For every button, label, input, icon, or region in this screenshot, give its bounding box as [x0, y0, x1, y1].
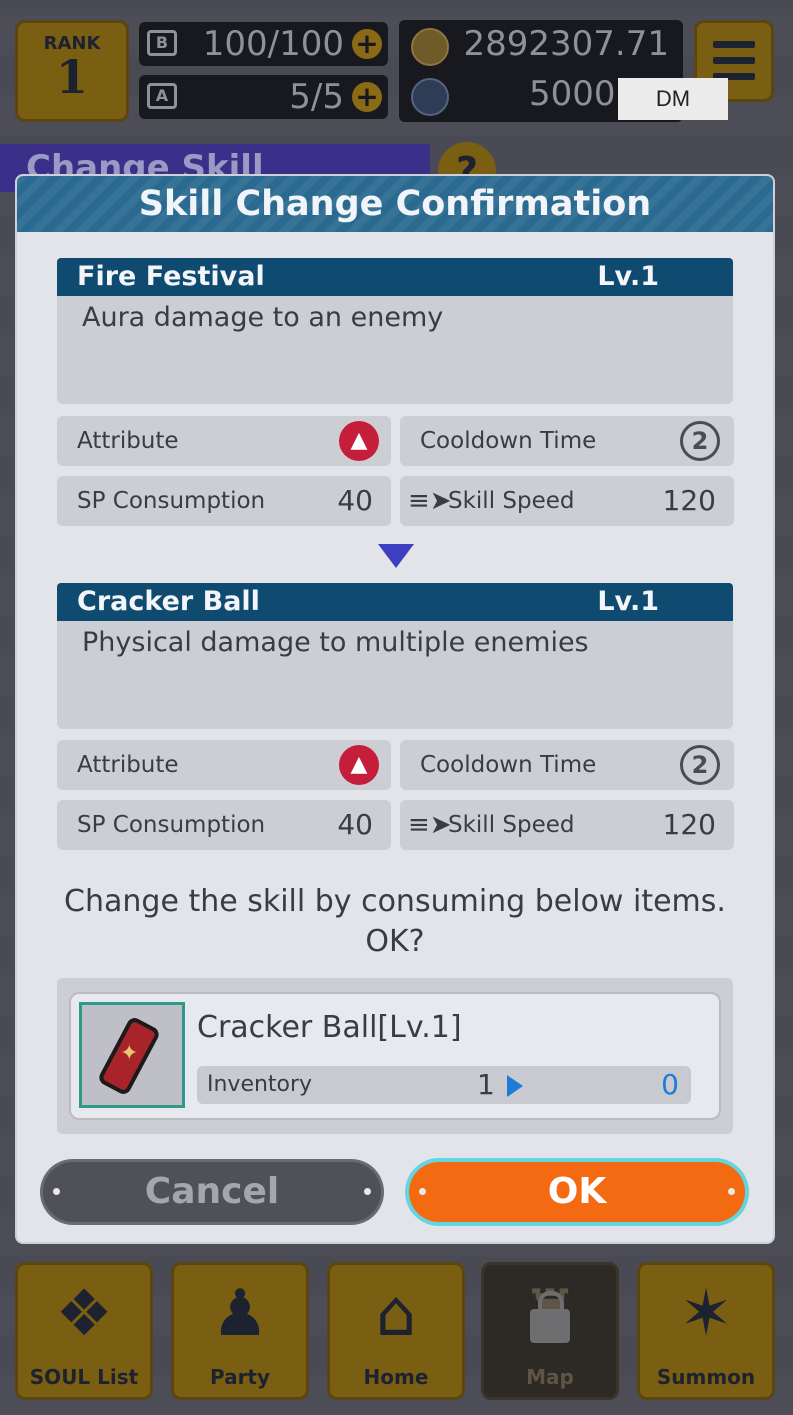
dialog-title: Skill Change Confirmation	[17, 176, 773, 232]
current-skill-card: Fire Festival Lv.1 Aura damage to an ene…	[57, 258, 733, 404]
menu-icon-bar	[713, 57, 755, 64]
dm-value: 5000	[529, 74, 616, 114]
nav-label: SOUL List	[29, 1365, 139, 1389]
nav-party[interactable]: ♟ Party	[171, 1262, 309, 1400]
current-attribute-cell: Attribute ▲	[57, 416, 391, 466]
scroll-emblem: ✦	[120, 1041, 139, 1066]
stamina-plus-button[interactable]: +	[352, 29, 382, 59]
new-sp-cell: SP Consumption 40	[57, 800, 391, 850]
speed-icon: ≡➤	[408, 810, 452, 840]
new-skill-name: Cracker Ball	[77, 586, 260, 617]
current-speed-cell: ≡➤ Skill Speed 120	[400, 476, 734, 526]
current-skill-description: Aura damage to an enemy	[57, 296, 733, 404]
new-skill-description: Physical damage to multiple enemies	[57, 621, 733, 729]
current-skill-name: Fire Festival	[77, 261, 265, 292]
new-speed-cell: ≡➤ Skill Speed 120	[400, 800, 734, 850]
new-attribute-cell: Attribute ▲	[57, 740, 391, 790]
stamina-value: 100/100	[202, 24, 344, 64]
fire-attribute-icon: ▲	[339, 421, 379, 461]
confirm-message: Change the skill by consuming below item…	[17, 882, 773, 962]
current-cooldown-cell: Cooldown Time 2	[400, 416, 734, 466]
stopwatch-icon: 2	[680, 745, 720, 785]
party-icon: ♟	[211, 1277, 269, 1351]
inventory-label: Inventory	[207, 1072, 313, 1097]
confirm-line-2: OK?	[365, 924, 425, 959]
consumed-items-panel: ✦ Cracker Ball[Lv.1] Inventory 1 0	[57, 978, 733, 1134]
nav-label: Summon	[656, 1365, 756, 1389]
inventory-to: 0	[661, 1068, 679, 1101]
current-sp-cell: SP Consumption 40	[57, 476, 391, 526]
nav-soul-list[interactable]: ❖ SOUL List	[15, 1262, 153, 1400]
nav-label: Party	[209, 1365, 271, 1389]
new-skill-level: Lv.1	[597, 586, 659, 617]
speed-label: Skill Speed	[448, 488, 575, 514]
speed-value: 120	[662, 484, 716, 517]
ap-box: A 5/5 +	[139, 75, 388, 119]
new-skill-title: Cracker Ball Lv.1	[57, 583, 733, 621]
sp-value: 40	[337, 808, 373, 841]
nav-home[interactable]: ⌂ Home	[327, 1262, 465, 1400]
attribute-label: Attribute	[77, 752, 179, 778]
current-skill-level: Lv.1	[597, 261, 659, 292]
nav-label: Home	[363, 1365, 429, 1389]
fire-attribute-icon: ▲	[339, 745, 379, 785]
cooldown-label: Cooldown Time	[420, 428, 597, 454]
rank-badge: RANK 1	[15, 20, 129, 122]
nav-label: Map	[526, 1365, 574, 1389]
inventory-from: 1	[477, 1068, 495, 1101]
menu-icon	[713, 41, 755, 48]
ap-plus-button[interactable]: +	[352, 82, 382, 112]
ap-icon: A	[147, 83, 177, 109]
skill-change-dialog: Skill Change Confirmation Fire Festival …	[17, 176, 773, 1242]
item-thumbnail: ✦	[79, 1002, 185, 1108]
new-cooldown-cell: Cooldown Time 2	[400, 740, 734, 790]
home-icon: ⌂	[375, 1277, 417, 1351]
arrow-right-icon	[507, 1075, 523, 1097]
nav-map[interactable]: ♜ Map	[481, 1262, 619, 1400]
sp-label: SP Consumption	[77, 812, 266, 838]
speed-label: Skill Speed	[448, 812, 575, 838]
dm-coin-icon	[411, 78, 449, 116]
new-skill-card: Cracker Ball Lv.1 Physical damage to mul…	[57, 583, 733, 729]
consumed-item-card: ✦ Cracker Ball[Lv.1] Inventory 1 0	[71, 994, 719, 1118]
ok-button[interactable]: OK	[409, 1162, 745, 1222]
gold-coin-icon	[411, 28, 449, 66]
stamina-box: B 100/100 +	[139, 22, 388, 66]
attribute-label: Attribute	[77, 428, 179, 454]
gold-value: 2892307.71	[463, 24, 670, 64]
item-name: Cracker Ball[Lv.1]	[197, 1010, 462, 1045]
ap-value: 5/5	[289, 77, 344, 117]
inventory-bar: Inventory 1 0	[197, 1066, 691, 1104]
cooldown-label: Cooldown Time	[420, 752, 597, 778]
summon-icon: ✶	[679, 1277, 733, 1351]
nav-summon[interactable]: ✶ Summon	[637, 1262, 775, 1400]
sp-value: 40	[337, 484, 373, 517]
dm-tag[interactable]: DM	[618, 78, 728, 120]
stamina-icon: B	[147, 30, 177, 56]
arrow-down-icon	[378, 544, 414, 568]
lock-icon	[530, 1291, 570, 1343]
current-skill-title: Fire Festival Lv.1	[57, 258, 733, 296]
cancel-button[interactable]: Cancel	[43, 1162, 381, 1222]
speed-value: 120	[662, 808, 716, 841]
sp-label: SP Consumption	[77, 488, 266, 514]
stopwatch-icon: 2	[680, 421, 720, 461]
speed-icon: ≡➤	[408, 486, 452, 516]
confirm-line-1: Change the skill by consuming below item…	[64, 884, 726, 919]
rank-value: 1	[55, 50, 88, 104]
soul-list-icon: ❖	[55, 1277, 113, 1351]
